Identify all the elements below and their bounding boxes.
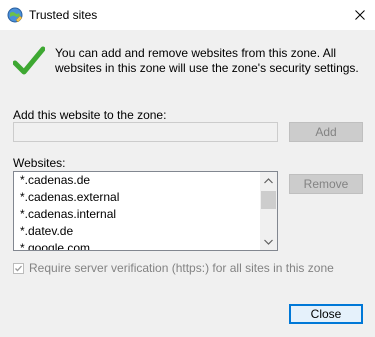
require-https-label: Require server verification (https:) for… [29, 261, 334, 275]
checkmark-icon [15, 265, 22, 271]
list-item[interactable]: *.datev.de [14, 223, 260, 240]
require-https-checkbox[interactable] [13, 262, 24, 274]
chevron-up-icon [264, 177, 273, 183]
websites-listbox[interactable]: *.cadenas.de *.cadenas.external *.cadena… [13, 171, 278, 251]
internet-options-globe-icon [7, 7, 23, 23]
scroll-thumb[interactable] [261, 191, 276, 209]
add-button[interactable]: Add [289, 122, 363, 142]
websites-label: Websites: [13, 156, 66, 170]
green-checkmark-icon [12, 45, 46, 77]
scroll-up-button[interactable] [260, 172, 277, 189]
add-website-input[interactable] [13, 122, 278, 142]
scroll-down-button[interactable] [260, 233, 277, 250]
list-item[interactable]: *.cadenas.internal [14, 206, 260, 223]
chevron-down-icon [264, 239, 273, 245]
add-website-label: Add this website to the zone: [13, 108, 167, 122]
list-item[interactable]: *.google.com [14, 240, 260, 250]
websites-list: *.cadenas.de *.cadenas.external *.cadena… [14, 172, 260, 250]
close-icon [355, 10, 365, 20]
title-bar: Trusted sites [0, 0, 375, 30]
remove-button[interactable]: Remove [289, 174, 363, 194]
window-close-button[interactable] [345, 0, 375, 30]
zone-info-text: You can add and remove websites from thi… [55, 46, 359, 75]
list-item[interactable]: *.cadenas.de [14, 172, 260, 189]
websites-scrollbar[interactable] [260, 172, 277, 250]
require-https-option[interactable]: Require server verification (https:) for… [13, 261, 334, 275]
window-title: Trusted sites [29, 8, 98, 22]
list-item[interactable]: *.cadenas.external [14, 189, 260, 206]
close-button[interactable]: Close [289, 304, 363, 324]
trusted-sites-dialog: Trusted sites You can add and remove web… [0, 0, 375, 337]
